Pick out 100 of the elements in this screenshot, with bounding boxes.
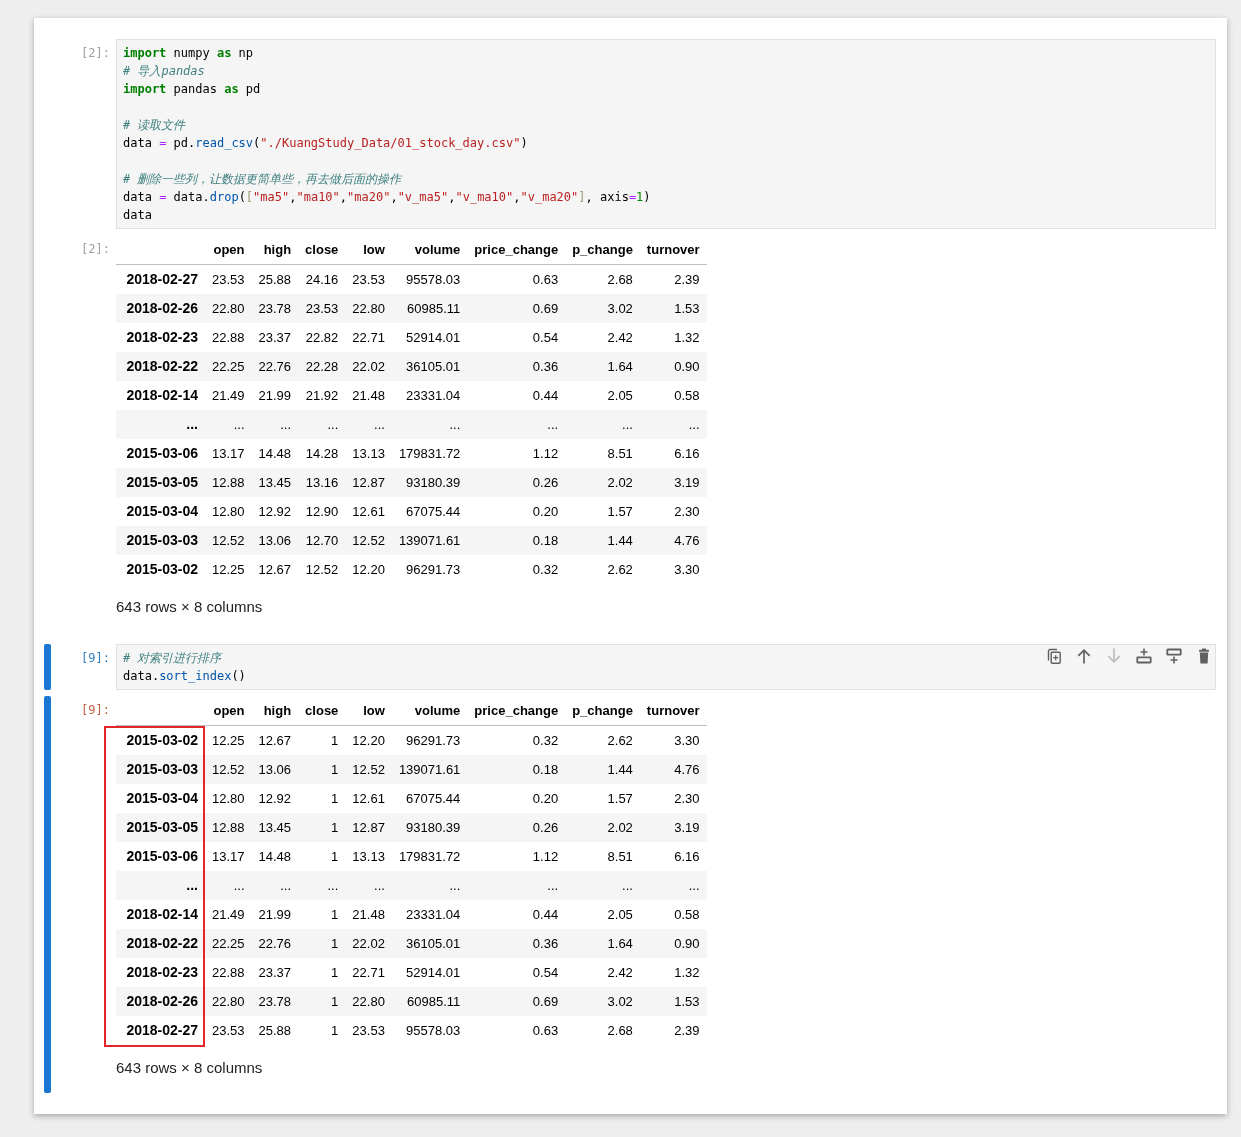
table-cell: 3.02 xyxy=(565,987,640,1016)
table-cell: 12.92 xyxy=(251,497,299,526)
table-cell: 22.71 xyxy=(345,323,392,352)
table-cell: 6.16 xyxy=(639,842,707,871)
table-cell: 0.90 xyxy=(639,929,707,958)
table-cell: 2.05 xyxy=(565,381,640,410)
table-cell: 13.45 xyxy=(251,813,299,842)
table-cell: 0.69 xyxy=(467,294,566,323)
table-cell: 12.92 xyxy=(251,784,299,813)
table-cell: 1 xyxy=(298,987,346,1016)
row-header: 2015-03-04 xyxy=(116,497,205,526)
table-cell: 0.36 xyxy=(467,352,566,381)
table-cell: 0.54 xyxy=(467,323,566,352)
table-cell: 12.88 xyxy=(205,468,252,497)
table-cell: ... xyxy=(298,871,346,900)
column-header: p_change xyxy=(565,235,640,265)
table-cell: 12.87 xyxy=(345,813,392,842)
column-header: open xyxy=(205,235,252,265)
table-cell: 0.18 xyxy=(467,526,566,555)
arrow-down-icon xyxy=(1106,648,1122,664)
column-header: price_change xyxy=(467,696,566,726)
table-cell: 21.48 xyxy=(345,381,392,410)
table-cell: 14.28 xyxy=(298,439,346,468)
table-cell: 2.30 xyxy=(639,497,707,526)
table-cell: 1.53 xyxy=(639,987,707,1016)
table-cell: 12.52 xyxy=(345,755,392,784)
table-cell: 14.48 xyxy=(251,842,299,871)
row-header: 2018-02-23 xyxy=(116,958,205,987)
table-cell: 12.70 xyxy=(298,526,346,555)
table-cell: 1.32 xyxy=(639,323,707,352)
table-cell: 2.42 xyxy=(565,323,640,352)
table-cell: ... xyxy=(391,871,468,900)
output-prompt: [9]: xyxy=(80,702,111,719)
table-cell: 2.30 xyxy=(639,784,707,813)
code-line: import numpy as np xyxy=(123,45,254,62)
table-cell: 23.53 xyxy=(345,264,392,294)
table-cell: 3.19 xyxy=(639,468,707,497)
code-line: # 读取文件 xyxy=(123,117,186,134)
table-cell: 23.78 xyxy=(251,987,299,1016)
code-editor[interactable]: # 对索引进行排序 data.sort_index() xyxy=(116,644,1216,690)
table-cell: 1 xyxy=(298,813,346,842)
code-line: data = pd.read_csv("./KuangStudy_Data/01_stock_day.csv") xyxy=(123,135,528,152)
table-cell: 1.64 xyxy=(565,352,640,381)
code-line: import pandas as pd xyxy=(123,81,261,98)
column-header: high xyxy=(251,235,299,265)
row-header: 2018-02-23 xyxy=(116,323,205,352)
column-header: turnover xyxy=(639,696,707,726)
table-cell: 23.37 xyxy=(251,958,299,987)
table-cell: 60985.11 xyxy=(391,294,468,323)
code-line: # 导入pandas xyxy=(123,63,205,80)
table-cell: 36105.01 xyxy=(391,352,468,381)
table-cell: 1.12 xyxy=(467,439,566,468)
table-cell: 8.51 xyxy=(565,842,640,871)
table-cell: 12.61 xyxy=(345,784,392,813)
table-cell: 0.32 xyxy=(467,725,566,755)
table-cell: 0.44 xyxy=(467,900,566,929)
row-header: 2015-03-05 xyxy=(116,468,205,497)
table-cell: 23.53 xyxy=(298,294,346,323)
table-cell: ... xyxy=(467,871,566,900)
table-cell: ... xyxy=(639,871,707,900)
output-prompt: [2]: xyxy=(80,241,111,258)
table-cell: 3.19 xyxy=(639,813,707,842)
table-cell: ... xyxy=(345,410,392,439)
table-cell: ... xyxy=(391,410,468,439)
table-cell: 13.17 xyxy=(205,842,252,871)
insert-below-icon xyxy=(1166,648,1182,664)
table-cell: 12.90 xyxy=(298,497,346,526)
table-cell: 93180.39 xyxy=(391,813,468,842)
row-header: 2015-03-06 xyxy=(116,439,205,468)
table-cell: 22.80 xyxy=(205,294,252,323)
table-cell: 93180.39 xyxy=(391,468,468,497)
row-header: 2015-03-06 xyxy=(116,842,205,871)
table-cell: 1.12 xyxy=(467,842,566,871)
table-cell: ... xyxy=(345,871,392,900)
table-cell: 12.80 xyxy=(205,497,252,526)
table-cell: 21.49 xyxy=(205,900,252,929)
table-cell: 22.76 xyxy=(251,352,299,381)
table-cell: 2.05 xyxy=(565,900,640,929)
table-cell: 0.20 xyxy=(467,497,566,526)
table-cell: 22.76 xyxy=(251,929,299,958)
input-prompt: [9]: xyxy=(80,650,111,667)
table-cell: 22.02 xyxy=(345,352,392,381)
table-cell: 13.13 xyxy=(345,842,392,871)
trash-icon xyxy=(1196,648,1212,664)
table-cell: ... xyxy=(639,410,707,439)
row-header: 2015-03-03 xyxy=(116,526,205,555)
input-prompt: [2]: xyxy=(80,45,111,62)
table-cell: 13.06 xyxy=(251,526,299,555)
table-cell: 22.25 xyxy=(205,929,252,958)
table-cell: 1.32 xyxy=(639,958,707,987)
table-cell: 0.90 xyxy=(639,352,707,381)
table-cell: 67075.44 xyxy=(391,497,468,526)
table-cell: 52914.01 xyxy=(391,958,468,987)
table-cell: 0.58 xyxy=(639,381,707,410)
table-cell: 21.99 xyxy=(251,900,299,929)
table-cell: 0.18 xyxy=(467,755,566,784)
table-cell: 139071.61 xyxy=(391,526,468,555)
table-cell: 23.37 xyxy=(251,323,299,352)
code-line: # 删除一些列，让数据更简单些，再去做后面的操作 xyxy=(123,171,402,188)
table-cell: 13.16 xyxy=(298,468,346,497)
